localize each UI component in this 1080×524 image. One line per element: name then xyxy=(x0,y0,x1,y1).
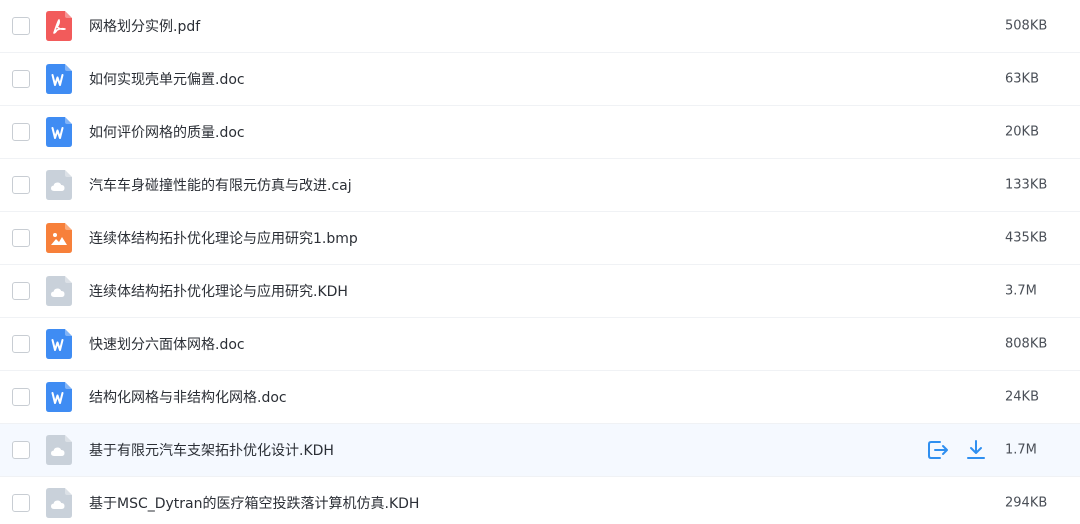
file-row[interactable]: 汽车车身碰撞性能的有限元仿真与改进.caj 133KB xyxy=(0,159,1080,212)
file-checkbox[interactable] xyxy=(12,388,30,406)
file-name[interactable]: 连续体结构拓扑优化理论与应用研究.KDH xyxy=(89,281,348,301)
file-checkbox[interactable] xyxy=(12,17,30,35)
file-size: 435KB xyxy=(1005,230,1048,246)
file-row[interactable]: 连续体结构拓扑优化理论与应用研究.KDH 3.7M xyxy=(0,265,1080,318)
file-name[interactable]: 连续体结构拓扑优化理论与应用研究1.bmp xyxy=(89,228,358,248)
download-icon[interactable] xyxy=(964,438,988,462)
generic-file-icon xyxy=(46,276,72,306)
file-checkbox[interactable] xyxy=(12,123,30,141)
file-checkbox[interactable] xyxy=(12,229,30,247)
file-checkbox[interactable] xyxy=(12,70,30,88)
generic-file-icon xyxy=(46,170,72,200)
image-file-icon xyxy=(46,223,72,253)
file-row[interactable]: 如何评价网格的质量.doc 20KB xyxy=(0,106,1080,159)
file-row[interactable]: 如何实现壳单元偏置.doc 63KB xyxy=(0,53,1080,106)
file-size: 508KB xyxy=(1005,18,1048,34)
word-doc-icon xyxy=(46,117,72,147)
file-checkbox[interactable] xyxy=(12,282,30,300)
word-doc-icon xyxy=(46,64,72,94)
pdf-file-icon xyxy=(46,11,72,41)
file-size: 20KB xyxy=(1005,124,1039,140)
file-row[interactable]: 结构化网格与非结构化网格.doc 24KB xyxy=(0,371,1080,424)
generic-file-icon xyxy=(46,488,72,518)
file-checkbox[interactable] xyxy=(12,494,30,512)
file-size: 808KB xyxy=(1005,336,1048,352)
word-doc-icon xyxy=(46,329,72,359)
file-row[interactable]: 快速划分六面体网格.doc 808KB xyxy=(0,318,1080,371)
file-name[interactable]: 如何实现壳单元偏置.doc xyxy=(89,69,245,89)
file-size: 1.7M xyxy=(1005,442,1037,458)
word-doc-icon xyxy=(46,382,72,412)
file-name[interactable]: 基于MSC_Dytran的医疗箱空投跌落计算机仿真.KDH xyxy=(89,493,419,513)
file-name[interactable]: 汽车车身碰撞性能的有限元仿真与改进.caj xyxy=(89,175,352,195)
file-list: 网格划分实例.pdf 508KB 如何实现壳单元偏置.doc 63KB 如何评价网格的质… xyxy=(0,0,1080,524)
file-checkbox[interactable] xyxy=(12,335,30,353)
file-size: 294KB xyxy=(1005,495,1048,511)
file-name[interactable]: 基于有限元汽车支架拓扑优化设计.KDH xyxy=(89,440,334,460)
file-row[interactable]: 连续体结构拓扑优化理论与应用研究1.bmp 435KB xyxy=(0,212,1080,265)
file-row[interactable]: 基于MSC_Dytran的医疗箱空投跌落计算机仿真.KDH 294KB xyxy=(0,477,1080,524)
file-size: 133KB xyxy=(1005,177,1048,193)
file-name[interactable]: 快速划分六面体网格.doc xyxy=(89,334,245,354)
file-checkbox[interactable] xyxy=(12,441,30,459)
file-size: 63KB xyxy=(1005,71,1039,87)
file-row[interactable]: 网格划分实例.pdf 508KB xyxy=(0,0,1080,53)
file-name[interactable]: 如何评价网格的质量.doc xyxy=(89,122,245,142)
file-size: 24KB xyxy=(1005,389,1039,405)
share-icon[interactable] xyxy=(926,438,950,462)
generic-file-icon xyxy=(46,435,72,465)
file-name[interactable]: 结构化网格与非结构化网格.doc xyxy=(89,387,287,407)
file-checkbox[interactable] xyxy=(12,176,30,194)
file-size: 3.7M xyxy=(1005,283,1037,299)
file-name[interactable]: 网格划分实例.pdf xyxy=(89,16,200,36)
file-row[interactable]: 基于有限元汽车支架拓扑优化设计.KDH 1.7M xyxy=(0,424,1080,477)
